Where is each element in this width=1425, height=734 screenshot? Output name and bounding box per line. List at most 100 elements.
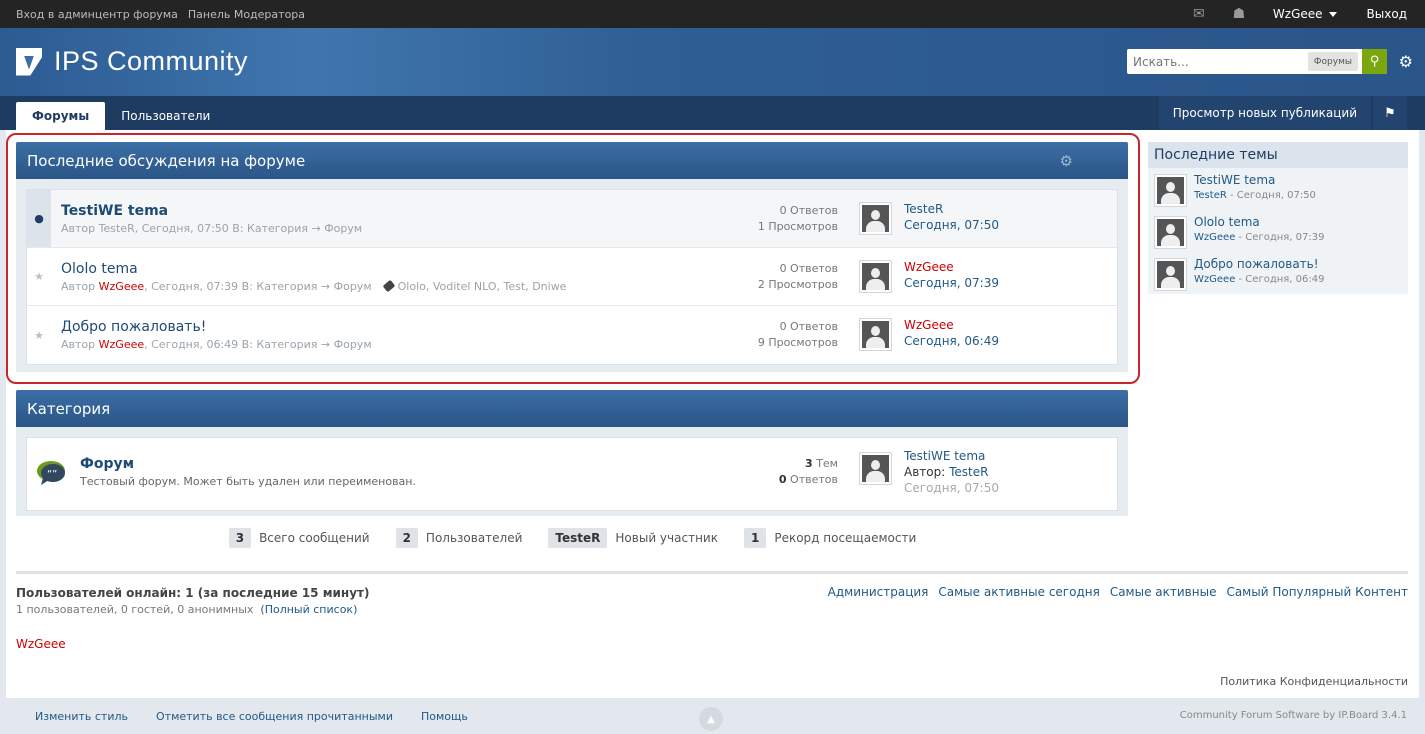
sidebar-topic-link[interactable]: TestiWE tema [1194, 173, 1275, 187]
forum-stats: 3 Тем 0 Ответов [779, 456, 838, 488]
topics-label: Тем [812, 457, 838, 470]
last-topic-link[interactable]: TestiWE tema [904, 449, 985, 463]
unread-dot-icon[interactable]: ● [27, 190, 51, 247]
sidebar-user-link[interactable]: WzGeee [1194, 232, 1235, 243]
topic-tags[interactable]: Ololo, Voditel NLO, Test, Dniwe [398, 280, 567, 293]
avatar[interactable] [1154, 216, 1187, 249]
sidebar-user-link[interactable]: TesteR [1194, 190, 1227, 201]
topic-title[interactable]: TestiWE tema [61, 203, 168, 219]
logout-link[interactable]: Выход [1351, 7, 1425, 21]
sidebar-topic-link[interactable]: Добро пожаловать! [1194, 257, 1319, 271]
last-post-time[interactable]: Сегодня, 07:50 [904, 218, 999, 232]
author-prefix: Автор [61, 222, 96, 235]
gear-icon[interactable]: ⚙ [1060, 152, 1073, 170]
topics-count: 3 [805, 457, 813, 470]
back-to-top-icon[interactable]: ▲ [699, 707, 723, 731]
forum-description: Тестовый форум. Может быть удален или пе… [80, 475, 416, 488]
divider [16, 571, 1408, 574]
online-user-link[interactable]: WzGeee [16, 637, 66, 651]
sidebar-topic-meta: WzGeee - Сегодня, 07:39 [1194, 232, 1324, 243]
views-count: 1 Просмотров [757, 220, 838, 233]
avatar[interactable] [1154, 174, 1187, 207]
last-by-user[interactable]: TesteR [949, 465, 988, 479]
user-menu[interactable]: WzGeee [1259, 7, 1351, 21]
category-block: Категория “” Форум Тестовый форум. Может… [16, 390, 1128, 516]
sidebar-time: - Сегодня, 07:50 [1226, 190, 1316, 201]
moderator-panel-link[interactable]: Панель Модератора [188, 8, 305, 21]
author-link[interactable]: WzGeee [99, 280, 144, 293]
last-post-user[interactable]: WzGeee [904, 318, 954, 332]
help-link[interactable]: Помощь [421, 710, 468, 723]
top-posters-link[interactable]: Самые активные [1110, 585, 1217, 599]
popular-content-link[interactable]: Самый Популярный Контент [1226, 585, 1408, 599]
view-new-content-link[interactable]: Просмотр новых публикаций [1158, 96, 1371, 130]
last-post-user[interactable]: TesteR [904, 202, 943, 216]
admin-cp-link[interactable]: Вход в админцентр форума [16, 8, 178, 21]
stat-members: 2 Пользователей [395, 528, 523, 548]
avatar[interactable] [859, 318, 892, 351]
avatar[interactable] [859, 452, 892, 485]
forum-bubble-icon: “” [37, 461, 65, 485]
stat-label: Рекорд посещаемости [774, 531, 917, 545]
list-item: TestiWE tema TesteR - Сегодня, 07:50 [1148, 168, 1408, 210]
tab-forums[interactable]: Форумы [16, 102, 106, 130]
topic-stats: 0 Ответов 2 Просмотров [758, 261, 838, 293]
sidebar-user-link[interactable]: WzGeee [1194, 274, 1235, 285]
last-post-time: Сегодня, 07:50 [904, 481, 999, 495]
stat-label: Всего сообщений [259, 531, 370, 545]
star-icon: ★ [34, 270, 44, 283]
privacy-policy-link[interactable]: Политика Конфиденциальности [1220, 675, 1408, 688]
author-link[interactable]: WzGeee [99, 338, 144, 351]
tab-members[interactable]: Пользователи [105, 102, 226, 130]
category-title[interactable]: Категория [27, 400, 110, 418]
site-logo[interactable]: IPS Community [16, 46, 248, 77]
top-today-link[interactable]: Самые активные сегодня [938, 585, 1099, 599]
author-prefix: Автор [61, 338, 96, 351]
last-post-time[interactable]: Сегодня, 06:49 [904, 334, 999, 348]
avatar[interactable] [859, 202, 892, 235]
topic-time: , Сегодня, 06:49 В: Категория → Форум [144, 338, 372, 351]
last-post-info: WzGeee Сегодня, 06:49 [904, 317, 999, 349]
stat-total-posts: 3 Всего сообщений [228, 528, 370, 548]
svg-text:“”: “” [47, 469, 57, 480]
topic-title[interactable]: Ololo tema [61, 261, 138, 277]
map-pin-icon[interactable]: ⚑ [1373, 96, 1407, 130]
online-summary: 1 пользователей, 0 гостей, 0 анонимных (… [16, 603, 369, 616]
forum-title[interactable]: Форум [80, 456, 134, 472]
block-title: Последние обсуждения на форуме [27, 151, 306, 170]
full-list-link[interactable]: (Полный список) [260, 603, 357, 616]
forum-list: “” Форум Тестовый форум. Может быть удал… [26, 437, 1118, 511]
stat-newest-member: TesteR Новый участник [548, 528, 718, 548]
gear-icon[interactable]: ⚙ [1399, 52, 1413, 71]
online-users: Пользователей онлайн: 1 (за последние 15… [16, 586, 369, 616]
copyright: Community Forum Software by IP.Board 3.4… [1179, 710, 1407, 721]
change-skin-link[interactable]: Изменить стиль [35, 710, 128, 723]
stat-value[interactable]: TesteR [548, 528, 608, 548]
username: WzGeee [1272, 7, 1323, 21]
notifications-icon[interactable]: ☗ [1219, 0, 1259, 28]
search-scope[interactable]: Форумы [1307, 52, 1358, 71]
topic-time: , Сегодня, 07:39 В: Категория → Форум [144, 280, 372, 293]
stat-label: Пользователей [425, 531, 523, 545]
staff-link[interactable]: Администрация [828, 585, 929, 599]
stat-value: 3 [228, 528, 252, 548]
topic-title[interactable]: Добро пожаловать! [61, 319, 206, 335]
last-post-user[interactable]: WzGeee [904, 260, 954, 274]
avatar[interactable] [859, 260, 892, 293]
mark-all-read-link[interactable]: Отметить все сообщения прочитанными [156, 710, 393, 723]
chevron-down-icon [1328, 12, 1337, 17]
search-input[interactable] [1127, 49, 1304, 74]
author-link[interactable]: TesteR [99, 222, 135, 235]
sidebar-topic-link[interactable]: Ololo tema [1194, 215, 1260, 229]
search-button[interactable]: ⚲ [1362, 49, 1387, 74]
messages-icon[interactable]: ✉ [1179, 0, 1219, 28]
avatar[interactable] [1154, 258, 1187, 291]
list-item: Ololo tema WzGeee - Сегодня, 07:39 [1148, 210, 1408, 252]
replies-count: 0 Ответов [779, 262, 838, 275]
stat-value: 1 [743, 528, 767, 548]
online-links: Администрация Самые активные сегодня Сам… [818, 585, 1408, 599]
online-heading: Пользователей онлайн: 1 (за последние 15… [16, 586, 370, 600]
last-post-time[interactable]: Сегодня, 07:39 [904, 276, 999, 290]
last-post-info: TesteR Сегодня, 07:50 [904, 201, 999, 233]
stat-value: 2 [395, 528, 418, 548]
